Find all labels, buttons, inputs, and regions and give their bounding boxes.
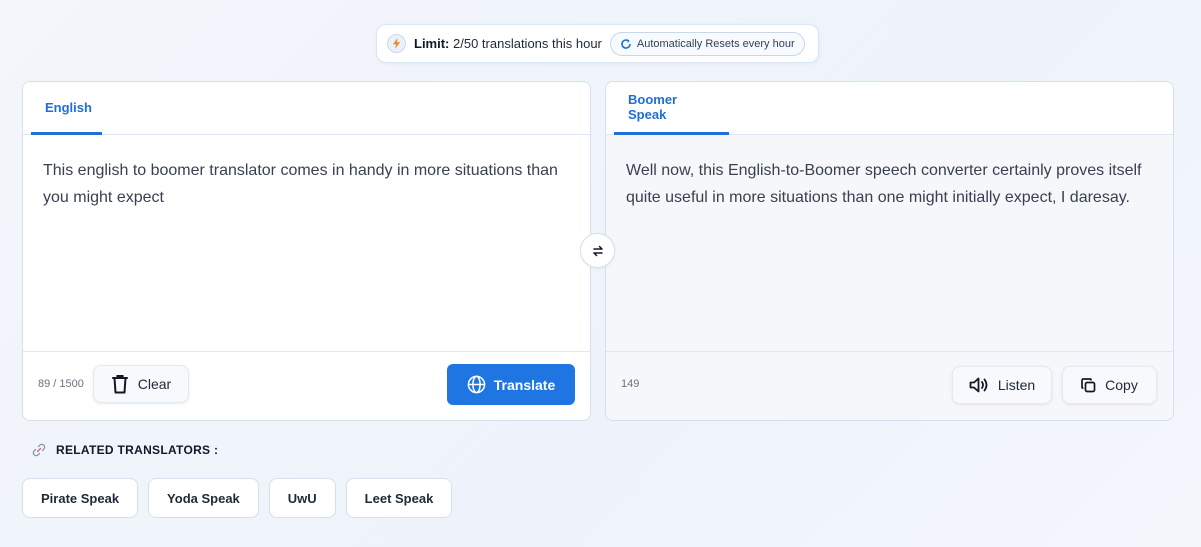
translate-button[interactable]: Translate bbox=[447, 364, 575, 405]
target-footer: 149 Listen Copy bbox=[606, 351, 1173, 420]
swap-icon bbox=[592, 245, 603, 256]
target-panel: Boomer Speak Well now, this English-to-B… bbox=[605, 81, 1174, 421]
copy-label: Copy bbox=[1105, 377, 1138, 393]
source-panel: English This english to boomer translato… bbox=[22, 81, 591, 421]
swap-button[interactable] bbox=[580, 233, 615, 268]
tab-english[interactable]: English bbox=[31, 82, 102, 135]
listen-button[interactable]: Listen bbox=[952, 366, 1052, 404]
link-icon bbox=[32, 443, 46, 457]
reset-badge: Automatically Resets every hour bbox=[609, 31, 805, 56]
tab-boomer-speak[interactable]: Boomer Speak bbox=[614, 82, 729, 135]
target-tabs: Boomer Speak bbox=[606, 82, 1173, 135]
clear-button[interactable]: Clear bbox=[93, 365, 189, 403]
source-text-input[interactable]: This english to boomer translator comes … bbox=[23, 135, 590, 353]
output-character-count: 149 bbox=[621, 378, 640, 390]
clear-label: Clear bbox=[137, 376, 172, 392]
translation-output: Well now, this English-to-Boomer speech … bbox=[606, 135, 1173, 353]
trash-icon bbox=[111, 375, 128, 394]
rate-limit-banner: Limit: 2/50 translations this hour Autom… bbox=[376, 24, 819, 63]
related-pirate-speak[interactable]: Pirate Speak bbox=[22, 478, 139, 518]
translate-label: Translate bbox=[493, 376, 556, 393]
refresh-icon bbox=[621, 38, 631, 49]
related-uwu[interactable]: UwU bbox=[268, 478, 336, 518]
globe-icon bbox=[467, 375, 486, 394]
copy-icon bbox=[1081, 377, 1096, 392]
limit-text: Limit: 2/50 translations this hour bbox=[414, 36, 602, 51]
related-yoda-speak[interactable]: Yoda Speak bbox=[148, 478, 259, 518]
related-leet-speak[interactable]: Leet Speak bbox=[345, 478, 453, 518]
reset-text: Automatically Resets every hour bbox=[636, 37, 795, 50]
limit-value: 2/50 translations this hour bbox=[453, 36, 602, 51]
source-footer: 89 / 1500 Clear Translate bbox=[23, 351, 590, 420]
related-translators-list: Pirate Speak Yoda Speak UwU Leet Speak bbox=[22, 478, 462, 518]
related-translators-heading: RELATED TRANSLATORS : bbox=[32, 443, 218, 457]
speaker-icon bbox=[969, 377, 988, 393]
bolt-icon bbox=[387, 34, 406, 53]
limit-label: Limit: bbox=[414, 36, 450, 51]
copy-button[interactable]: Copy bbox=[1062, 366, 1157, 404]
listen-label: Listen bbox=[997, 377, 1036, 393]
source-tabs: English bbox=[23, 82, 590, 135]
character-count: 89 / 1500 bbox=[38, 378, 84, 390]
related-heading-label: RELATED TRANSLATORS : bbox=[56, 443, 219, 457]
